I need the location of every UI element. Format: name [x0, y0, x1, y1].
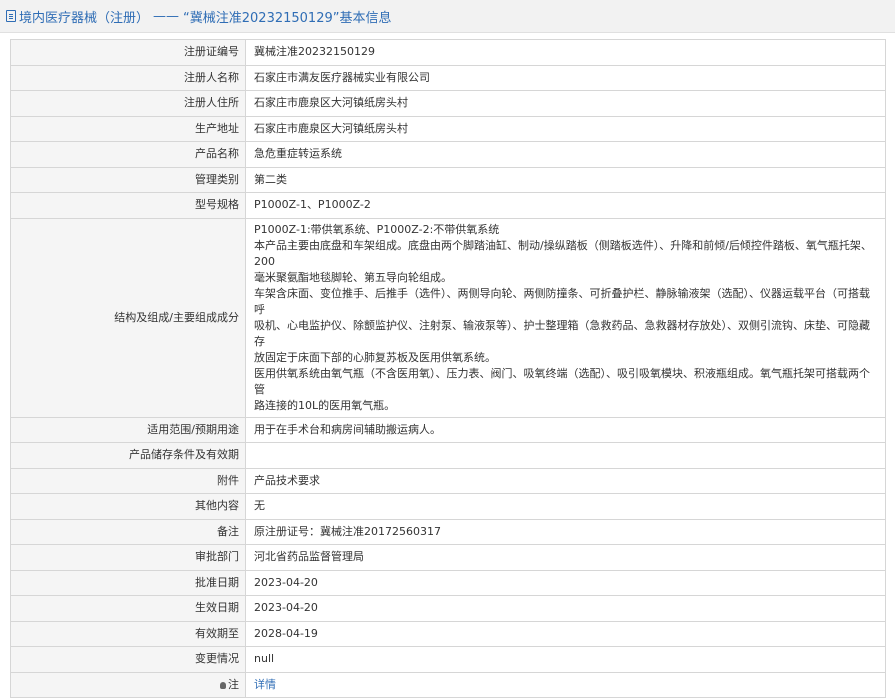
structure-value: P1000Z-1:带供氧系统、P1000Z-2:不带供氧系统 本产品主要由底盘和… — [245, 217, 886, 418]
note-value: 详情 — [245, 671, 886, 698]
row-value: 2023-04-20 — [245, 595, 886, 622]
row-value: 石家庄市满友医疗器械实业有限公司 — [245, 64, 886, 91]
table-row: 产品名称 急危重症转运系统 — [10, 141, 886, 168]
row-label: 产品名称 — [10, 141, 246, 168]
row-value: 急危重症转运系统 — [245, 141, 886, 168]
structure-line: 车架含床面、变位推手、后推手（选件）、两侧导向轮、两侧防撞条、可折叠护栏、静脉输… — [254, 286, 870, 316]
structure-line: 本产品主要由底盘和车架组成。底盘由两个脚踏油缸、制动/操纵踏板（侧踏板选件）、升… — [254, 238, 872, 268]
table-row: 备注 原注册证号：冀械注准20172560317 — [10, 518, 886, 545]
row-label: 附件 — [10, 467, 246, 494]
row-label: 变更情况 — [10, 646, 246, 673]
structure-line: 路连接的10L的医用氧气瓶。 — [254, 398, 396, 412]
header-category: 境内医疗器械（注册） — [19, 10, 150, 26]
table-row-note: 注 详情 — [10, 671, 886, 698]
table-row: 批准日期 2023-04-20 — [10, 569, 886, 596]
document-icon — [6, 10, 16, 22]
structure-line: 毫米聚氨酯地毯脚轮、第五导向轮组成。 — [254, 270, 452, 284]
row-value: P1000Z-1、P1000Z-2 — [245, 192, 886, 219]
header-title: “冀械注准20232150129”基本信息 — [183, 10, 392, 26]
table-row: 注册证编号 冀械注准20232150129 — [10, 39, 886, 66]
row-value: 2028-04-19 — [245, 620, 886, 647]
structure-line: 放固定于床面下部的心肺复苏板及医用供氧系统。 — [254, 350, 496, 364]
row-label: 生效日期 — [10, 595, 246, 622]
structure-line: 医用供氧系统由氧气瓶（不含医用氧）、压力表、阀门、吸氧终端（选配）、吸引吸氧模块… — [254, 366, 870, 396]
row-label: 适用范围/预期用途 — [10, 416, 246, 443]
row-value: 第二类 — [245, 166, 886, 193]
row-label: 注册证编号 — [10, 39, 246, 66]
table-row-structure: 结构及组成/主要组成成分 P1000Z-1:带供氧系统、P1000Z-2:不带供… — [10, 217, 886, 418]
row-value — [245, 442, 886, 469]
row-value: 石家庄市鹿泉区大河镇纸房头村 — [245, 90, 886, 117]
row-value: 石家庄市鹿泉区大河镇纸房头村 — [245, 115, 886, 142]
header-separator: —— — [153, 8, 180, 24]
row-label: 结构及组成/主要组成成分 — [10, 217, 246, 418]
row-value: 河北省药品监督管理局 — [245, 544, 886, 571]
row-value: 用于在手术台和病房间辅助搬运病人。 — [245, 416, 886, 443]
row-label: 有效期至 — [10, 620, 246, 647]
row-label: 型号规格 — [10, 192, 246, 219]
table-row: 审批部门 河北省药品监督管理局 — [10, 544, 886, 571]
row-label: 审批部门 — [10, 544, 246, 571]
row-value: 2023-04-20 — [245, 569, 886, 596]
row-label: 其他内容 — [10, 493, 246, 520]
structure-line: 吸机、心电监护仪、除颤监护仪、注射泵、输液泵等）、护士整理箱（急救药品、急救器材… — [254, 318, 870, 348]
bulb-icon — [220, 681, 226, 689]
row-label: 管理类别 — [10, 166, 246, 193]
row-value: null — [245, 646, 886, 673]
details-link[interactable]: 详情 — [254, 678, 276, 691]
row-label: 备注 — [10, 518, 246, 545]
table-row: 产品储存条件及有效期 — [10, 442, 886, 469]
row-label: 批准日期 — [10, 569, 246, 596]
info-table: 注册证编号 冀械注准20232150129 注册人名称 石家庄市满友医疗器械实业有限… — [10, 39, 886, 698]
table-row: 注册人名称 石家庄市满友医疗器械实业有限公司 — [10, 64, 886, 91]
note-label-cell: 注 — [10, 671, 246, 698]
table-row: 注册人住所 石家庄市鹿泉区大河镇纸房头村 — [10, 90, 886, 117]
row-label: 生产地址 — [10, 115, 246, 142]
row-value: 产品技术要求 — [245, 467, 886, 494]
row-value: 原注册证号：冀械注准20172560317 — [245, 518, 886, 545]
row-value: 冀械注准20232150129 — [245, 39, 886, 66]
structure-line: P1000Z-1:带供氧系统、P1000Z-2:不带供氧系统 — [254, 222, 500, 236]
table-row: 生效日期 2023-04-20 — [10, 595, 886, 622]
note-label: 注 — [228, 677, 239, 691]
row-label: 注册人名称 — [10, 64, 246, 91]
table-row: 管理类别 第二类 — [10, 166, 886, 193]
table-row: 型号规格 P1000Z-1、P1000Z-2 — [10, 192, 886, 219]
table-row: 适用范围/预期用途 用于在手术台和病房间辅助搬运病人。 — [10, 416, 886, 443]
table-row: 附件 产品技术要求 — [10, 467, 886, 494]
page-header: 境内医疗器械（注册） —— “冀械注准20232150129”基本信息 — [0, 0, 895, 33]
table-row: 生产地址 石家庄市鹿泉区大河镇纸房头村 — [10, 115, 886, 142]
table-row: 变更情况 null — [10, 646, 886, 673]
table-row: 其他内容无 — [10, 493, 886, 520]
row-value: 无 — [245, 493, 886, 520]
table-row: 有效期至 2028-04-19 — [10, 620, 886, 647]
row-label: 注册人住所 — [10, 90, 246, 117]
row-label: 产品储存条件及有效期 — [10, 442, 246, 469]
